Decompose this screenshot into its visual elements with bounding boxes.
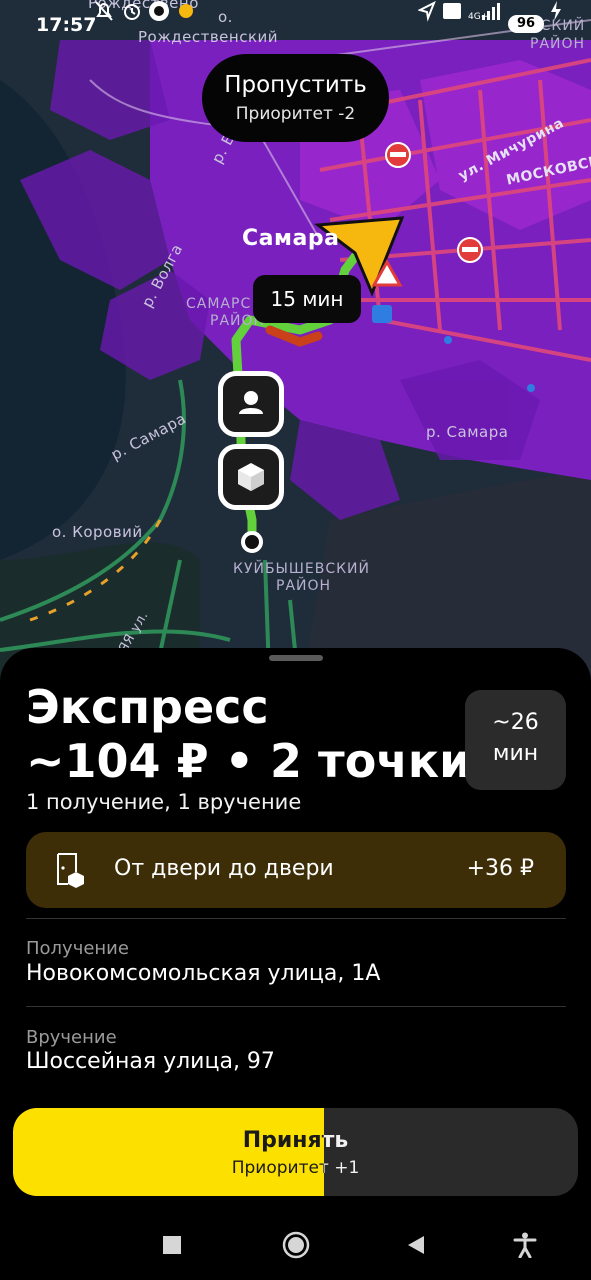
transit-stop-icon <box>372 305 392 323</box>
map-label-samara-river: р. Самара <box>426 423 509 441</box>
map-label-korovy-island: о. Коровий <box>52 523 143 541</box>
parcel-box-icon <box>238 463 264 491</box>
duration-box: ~26 мин <box>465 690 566 790</box>
signal-icon <box>482 3 500 20</box>
poi-dot-icon <box>527 384 535 392</box>
map-label-samara-district: САМАРС <box>186 296 252 312</box>
battery-icon: 96 <box>508 15 544 33</box>
duration-value: ~26 <box>492 710 539 735</box>
accessibility-icon[interactable] <box>513 1232 537 1258</box>
road-closed-icon <box>385 142 411 168</box>
door-to-door-option[interactable]: От двери до двери +36 ₽ <box>26 832 566 908</box>
duration-unit: мин <box>492 741 539 766</box>
circle-icon[interactable] <box>282 1231 310 1259</box>
status-time: 17:57 <box>36 14 97 36</box>
person-icon <box>239 391 263 414</box>
divider <box>26 1006 566 1007</box>
alarm-icon <box>124 4 140 20</box>
pickup-address: Новокомсомольская улица, 1А <box>26 961 381 986</box>
road-closed-icon <box>457 237 483 263</box>
map-label-kuibyshev: КУЙБЫШЕВСКИЙ <box>233 561 370 577</box>
status-bar: 17:57 4G+ 96 <box>0 0 591 52</box>
triangle-back-icon[interactable] <box>406 1235 426 1255</box>
order-price: ~104 ₽ • 2 точки <box>26 734 472 788</box>
square-icon[interactable] <box>163 1236 181 1254</box>
eta-badge: 15 мин <box>253 275 361 323</box>
start-point-marker <box>241 531 263 553</box>
notifications-off-icon <box>95 1 113 21</box>
skip-priority: Приоритет -2 <box>235 104 356 124</box>
app-notification-icon <box>149 1 169 21</box>
map-view[interactable]: Рождествено о. Рождественский ВСКИЙ РАЙО… <box>0 0 591 700</box>
divider <box>26 918 566 919</box>
door-option-price: +36 ₽ <box>466 856 534 881</box>
skip-title: Пропустить <box>224 72 367 98</box>
volte-icon <box>443 3 461 19</box>
location-icon <box>418 0 436 22</box>
sheet-drag-handle[interactable] <box>269 655 323 661</box>
charging-icon <box>551 1 561 21</box>
order-summary: 1 получение, 1 вручение <box>26 790 302 814</box>
order-title: Экспресс <box>26 680 269 734</box>
skip-order-button[interactable]: Пропустить Приоритет -2 <box>202 54 389 142</box>
map-label-kuibyshev: РАЙОН <box>276 578 332 594</box>
system-nav-bar <box>0 1210 591 1280</box>
poi-dot-icon <box>444 336 452 344</box>
door-option-label: От двери до двери <box>114 856 334 881</box>
parcel-pin[interactable] <box>218 444 284 510</box>
app-notification-icon <box>179 4 193 18</box>
delivery-label: Вручение <box>26 1027 117 1048</box>
door-to-door-icon <box>57 853 84 888</box>
battery-level: 96 <box>516 16 536 31</box>
accept-order-button[interactable]: Принять Приоритет +1 Принять Приоритет +… <box>13 1108 578 1196</box>
delivery-address: Шоссейная улица, 97 <box>26 1049 275 1074</box>
client-pin[interactable] <box>218 371 284 437</box>
pickup-label: Получение <box>26 938 129 959</box>
map-label-samara-city: Самара <box>242 226 340 251</box>
